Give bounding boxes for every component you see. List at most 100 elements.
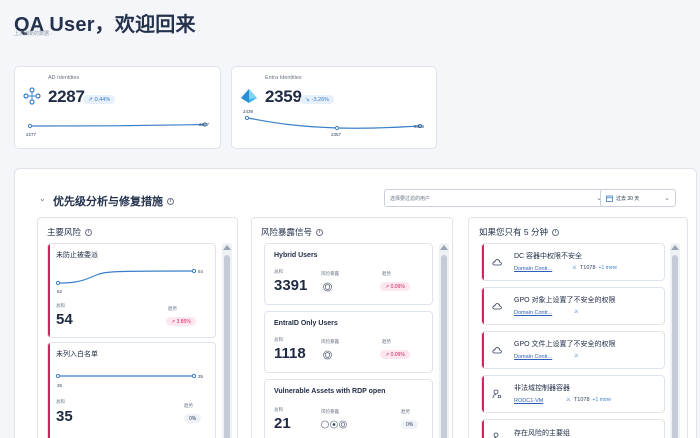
cloud-icon <box>492 259 502 266</box>
entra-identities-value: 2359 <box>265 87 302 106</box>
risk-chart-start: 52 <box>57 289 63 294</box>
ad-identities-label: AD Identities <box>48 75 80 81</box>
host-link[interactable]: RODC1-VM <box>514 398 543 404</box>
entra-trend-badge: ↘ -3.26% <box>300 95 335 104</box>
total-label: 总和 <box>274 337 283 342</box>
exposure-card-entra-only[interactable]: EntraID Only Users 总和 1118 风险暴露 趋势 ↗ 0.0… <box>264 311 433 373</box>
info-icon[interactable]: i <box>167 197 174 205</box>
quick-fix-item[interactable]: 非法域控制器容器 RODC1-VM ⚔ T1078 +1 more <box>481 375 665 413</box>
exposure-card-title: Hybrid Users <box>274 252 318 259</box>
risk-card-whitelist[interactable]: 未列入白名单 35 35 总和 35 趋势 0% <box>47 342 216 438</box>
scroll-up-icon[interactable] <box>440 245 448 250</box>
entra-pyramid-icon <box>241 89 257 103</box>
user-key-icon <box>493 432 499 438</box>
exposure-card-rdp[interactable]: Vulnerable Assets with RDP open 总和 21 风险… <box>264 379 433 438</box>
entra-chart-start: 2439 <box>243 109 254 114</box>
risk-total: 35 <box>56 408 73 425</box>
quick-fix-title: DC 容器中权限不安全 <box>514 253 583 260</box>
exposure-label: 风险暴露 <box>321 409 339 414</box>
technique-tag[interactable]: ⚔ T1078 +1 more <box>572 265 617 271</box>
risk-chart-end: 54 <box>198 269 204 274</box>
risk-card-delegation[interactable]: 未防止被委派 52 54 总和 54 趋势 ↗ 3.85% <box>47 243 216 338</box>
chevron-down-icon: ⌄ <box>664 195 670 202</box>
trend-label: 趋势 <box>401 409 410 414</box>
exposure-trend-badge: 0% <box>401 420 419 429</box>
ad-chart-start: 2277 <box>26 132 37 137</box>
exposure-total: 3391 <box>274 277 308 294</box>
entra-identities-card[interactable]: Entra Identities 2359 ↘ -3.26% 2439 2357 … <box>231 66 437 149</box>
shield-icon <box>323 282 332 292</box>
quick-fix-item[interactable]: GPO 对象上设置了不安全的权限 Domain Contr... ⚔ <box>481 287 665 325</box>
trend-label: 趋势 <box>382 339 391 344</box>
ad-sparkline <box>27 122 208 129</box>
info-icon[interactable]: i <box>85 228 93 236</box>
scroll-thumb[interactable] <box>441 255 447 438</box>
key-icon <box>330 420 338 429</box>
gear-icon <box>339 420 347 429</box>
risk-card-title: 未列入白名单 <box>56 351 98 358</box>
user-key-icon <box>492 389 502 399</box>
entra-chart-min: 2357 <box>331 132 342 137</box>
ad-identities-value: 2287 <box>48 87 85 106</box>
quick-fix-title: GPO 对象上设置了不安全的权限 <box>514 297 616 304</box>
entra-identities-label: Entra Identities <box>265 75 302 81</box>
exposure-label: 风险暴露 <box>321 271 339 276</box>
scrollbar[interactable] <box>670 243 680 438</box>
last-refresh-text: 上次刷新的数据 - <box>14 31 53 37</box>
risk-chart-end: 35 <box>198 374 204 379</box>
exposure-card-title: EntraID Only Users <box>274 320 338 327</box>
domain-link[interactable]: Domain Contr... <box>514 354 552 360</box>
scroll-thumb[interactable] <box>224 255 230 438</box>
exposure-total: 1118 <box>274 345 306 362</box>
exposure-card-hybrid[interactable]: Hybrid Users 总和 3391 风险暴露 趋势 ↗ 0.09% <box>264 243 433 305</box>
info-icon[interactable]: i <box>316 228 324 236</box>
prioritized-analysis-panel: ⌄ 优先级分析与修复措施 i 选择要过滤的用户 ⌄ 过去 30 天 ⌄ 主要风险… <box>14 168 697 438</box>
mitre-icon: ⚔ <box>574 309 579 315</box>
exposure-signals-column: 风险暴露信号 i Hybrid Users 总和 3391 风险暴露 趋势 ↗ … <box>251 217 453 438</box>
risk-card-title: 未防止被委派 <box>56 252 98 259</box>
scroll-up-icon[interactable] <box>671 245 679 250</box>
collapse-chevron-icon[interactable]: ⌄ <box>39 194 46 203</box>
cloud-icon <box>492 347 502 354</box>
trend-label: 趋势 <box>382 271 391 276</box>
calendar-icon <box>606 195 613 202</box>
total-label: 总和 <box>56 399 65 404</box>
risk-chart-start: 35 <box>57 383 63 388</box>
quick-fix-title: GPO 文件上设置了不安全的权限 <box>514 341 616 348</box>
total-label: 总和 <box>274 269 283 274</box>
quick-fix-item[interactable]: GPO 文件上设置了不安全的权限 Domain Contr... ⚔ <box>481 331 665 369</box>
domain-link[interactable]: Domain Contr... <box>514 310 552 316</box>
entra-chart-end: 2359 <box>414 124 425 129</box>
scrollbar[interactable] <box>222 243 232 438</box>
scroll-up-icon[interactable] <box>223 245 231 250</box>
top-risks-column: 主要风险 i 未防止被委派 52 54 总和 54 趋势 ↗ 3.85% 未列入… <box>37 217 238 438</box>
quick-fix-item[interactable]: 存在风险的主要组 <box>481 419 665 438</box>
date-range-select[interactable]: 过去 30 天 ⌄ <box>600 189 676 207</box>
ad-chart-end: 2287 <box>199 122 210 127</box>
exposure-label: 风险暴露 <box>321 339 339 344</box>
quick-fix-item[interactable]: DC 容器中权限不安全 Domain Contr... ⚔ T1078 +1 m… <box>481 243 665 281</box>
panel-title: 优先级分析与修复措施 i <box>53 193 174 209</box>
trend-label: 趋势 <box>184 403 193 408</box>
scrollbar[interactable] <box>439 243 449 438</box>
info-icon[interactable]: i <box>551 228 559 236</box>
risk-total: 54 <box>56 311 73 328</box>
scroll-thumb[interactable] <box>672 255 678 438</box>
shield-icon <box>323 350 332 360</box>
total-label: 总和 <box>274 407 283 412</box>
ad-network-icon <box>23 87 41 105</box>
risk-trend-badge: ↗ 3.85% <box>166 317 196 326</box>
quick-fix-title: 非法域控制器容器 <box>514 385 570 392</box>
domain-link[interactable]: Domain Contr... <box>514 266 552 272</box>
risk-trend-badge: 0% <box>184 414 202 423</box>
risk-sparkline <box>55 373 197 379</box>
user-filter-select[interactable]: 选择要过滤的用户 ⌄ <box>384 189 608 207</box>
technique-tag[interactable]: ⚔ T1078 +1 more <box>566 397 611 403</box>
quick-fix-title: 存在风险的主要组 <box>514 430 570 437</box>
exposure-trend-badge: ↗ 0.09% <box>380 282 410 291</box>
exposure-trend-badge: ↗ 0.09% <box>380 350 410 359</box>
exposure-total: 21 <box>274 415 291 432</box>
trend-down-icon: ↘ <box>305 96 310 103</box>
exposure-icons <box>321 420 347 429</box>
ad-identities-card[interactable]: AD Identities 2287 ↗ 0.44% 2277 2287 <box>14 66 221 149</box>
